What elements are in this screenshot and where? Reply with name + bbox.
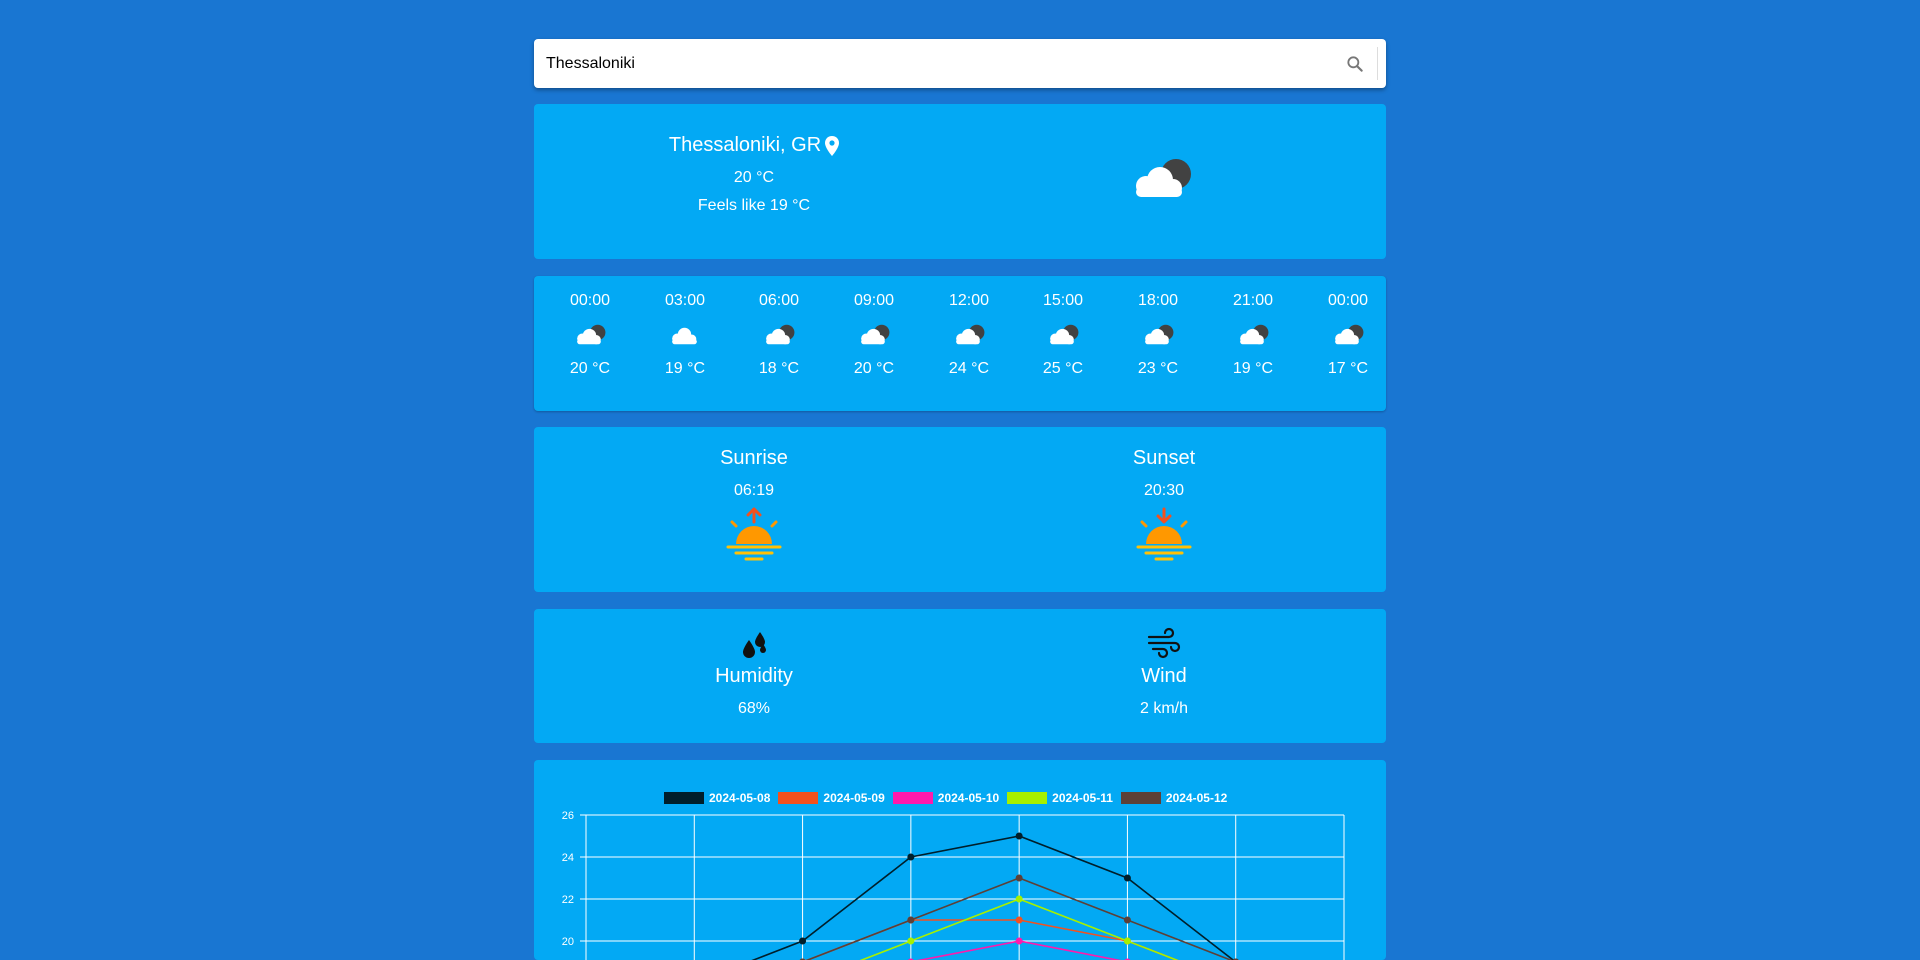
- hourly-item: 03:00 19 °C: [650, 292, 720, 378]
- partly-cloudy-night-icon: [839, 320, 909, 350]
- hourly-temperature: 24 °C: [934, 360, 1004, 378]
- partly-cloudy-night-icon: [1126, 154, 1196, 204]
- humidity-label: Humidity: [654, 665, 854, 688]
- sunset-block: Sunset 20:30: [1064, 447, 1264, 564]
- sunset-label: Sunset: [1064, 447, 1264, 470]
- hourly-item: 21:00 19 °C: [1218, 292, 1288, 378]
- sunrise-block: Sunrise 06:19: [654, 447, 854, 564]
- hourly-time: 06:00: [744, 292, 814, 312]
- hourly-time: 03:00: [650, 292, 720, 312]
- sunrise-label: Sunrise: [654, 447, 854, 470]
- conditions-card: Humidity 68% Wind 2 km/h: [534, 609, 1386, 743]
- search-button[interactable]: [1342, 51, 1368, 77]
- current-temperature: 20 °C: [634, 169, 874, 187]
- y-tick-label: 26: [562, 810, 574, 822]
- partly-cloudy-night-icon: [1123, 320, 1193, 350]
- current-location-block: Thessaloniki, GR 20 °C Feels like 19 °C: [634, 134, 874, 215]
- hourly-temperature: 20 °C: [555, 360, 625, 378]
- sunrise-time: 06:19: [654, 482, 854, 500]
- data-point: [1016, 875, 1023, 882]
- partly-cloudy-night-icon: [1313, 320, 1383, 350]
- data-point: [1016, 938, 1023, 945]
- data-point: [907, 917, 914, 924]
- sunset-time: 20:30: [1064, 482, 1264, 500]
- hourly-time: 21:00: [1218, 292, 1288, 312]
- hourly-time: 15:00: [1028, 292, 1098, 312]
- hourly-item: 00:00 17 °C: [1313, 292, 1383, 378]
- temperature-chart-card: 2024-05-082024-05-092024-05-102024-05-11…: [534, 760, 1386, 960]
- search-bar: [534, 39, 1386, 88]
- sunset-icon: [1064, 506, 1264, 564]
- location-pin-icon: [825, 136, 839, 156]
- hourly-forecast-card: 00:00 20 °C 03:00 19 °C 06:00 18 °C 09:0…: [534, 276, 1386, 411]
- cloud-icon: [650, 320, 720, 350]
- search-divider: [1377, 47, 1378, 80]
- hourly-time: 18:00: [1123, 292, 1193, 312]
- hourly-item: 15:00 25 °C: [1028, 292, 1098, 378]
- hourly-temperature: 23 °C: [1123, 360, 1193, 378]
- hourly-item: 06:00 18 °C: [744, 292, 814, 378]
- hourly-temperature: 19 °C: [650, 360, 720, 378]
- data-point: [1016, 917, 1023, 924]
- hourly-item: 12:00 24 °C: [934, 292, 1004, 378]
- humidity-icon: [654, 625, 854, 661]
- y-tick-label: 20: [562, 936, 574, 948]
- wind-icon: [1064, 625, 1264, 661]
- partly-cloudy-night-icon: [1028, 320, 1098, 350]
- humidity-block: Humidity 68%: [654, 625, 854, 718]
- sunrise-icon: [654, 506, 854, 564]
- search-icon: [1345, 54, 1365, 74]
- data-point: [1016, 833, 1023, 840]
- current-weather-icon: [1126, 154, 1196, 209]
- hourly-time: 00:00: [555, 292, 625, 312]
- hourly-item: 09:00 20 °C: [839, 292, 909, 378]
- search-input[interactable]: [546, 39, 1306, 88]
- partly-cloudy-night-icon: [744, 320, 814, 350]
- y-tick-label: 24: [562, 852, 574, 864]
- series-line: [586, 878, 1344, 960]
- location-title: Thessaloniki, GR: [669, 134, 839, 157]
- wind-block: Wind 2 km/h: [1064, 625, 1264, 718]
- sun-times-card: Sunrise 06:19 Sunset 20:30: [534, 427, 1386, 592]
- partly-cloudy-night-icon: [555, 320, 625, 350]
- hourly-temperature: 20 °C: [839, 360, 909, 378]
- location-name: Thessaloniki, GR: [669, 134, 821, 157]
- data-point: [1124, 875, 1131, 882]
- temperature-line-chart: 26 24 22 20: [534, 760, 1386, 960]
- data-point: [907, 854, 914, 861]
- hourly-time: 00:00: [1313, 292, 1383, 312]
- wind-value: 2 km/h: [1064, 700, 1264, 718]
- partly-cloudy-night-icon: [934, 320, 1004, 350]
- current-weather-card: Thessaloniki, GR 20 °C Feels like 19 °C: [534, 104, 1386, 259]
- wind-label: Wind: [1064, 665, 1264, 688]
- y-tick-label: 22: [562, 894, 574, 906]
- hourly-temperature: 19 °C: [1218, 360, 1288, 378]
- data-point: [907, 938, 914, 945]
- humidity-value: 68%: [654, 700, 854, 718]
- hourly-time: 12:00: [934, 292, 1004, 312]
- feels-like-temperature: Feels like 19 °C: [634, 197, 874, 215]
- series-line: [586, 920, 1344, 960]
- hourly-time: 09:00: [839, 292, 909, 312]
- hourly-item: 00:00 20 °C: [555, 292, 625, 378]
- hourly-temperature: 17 °C: [1313, 360, 1383, 378]
- data-point: [799, 938, 806, 945]
- data-point: [1016, 896, 1023, 903]
- hourly-temperature: 18 °C: [744, 360, 814, 378]
- data-point: [1124, 917, 1131, 924]
- partly-cloudy-night-icon: [1218, 320, 1288, 350]
- hourly-temperature: 25 °C: [1028, 360, 1098, 378]
- hourly-item: 18:00 23 °C: [1123, 292, 1193, 378]
- data-point: [1124, 938, 1131, 945]
